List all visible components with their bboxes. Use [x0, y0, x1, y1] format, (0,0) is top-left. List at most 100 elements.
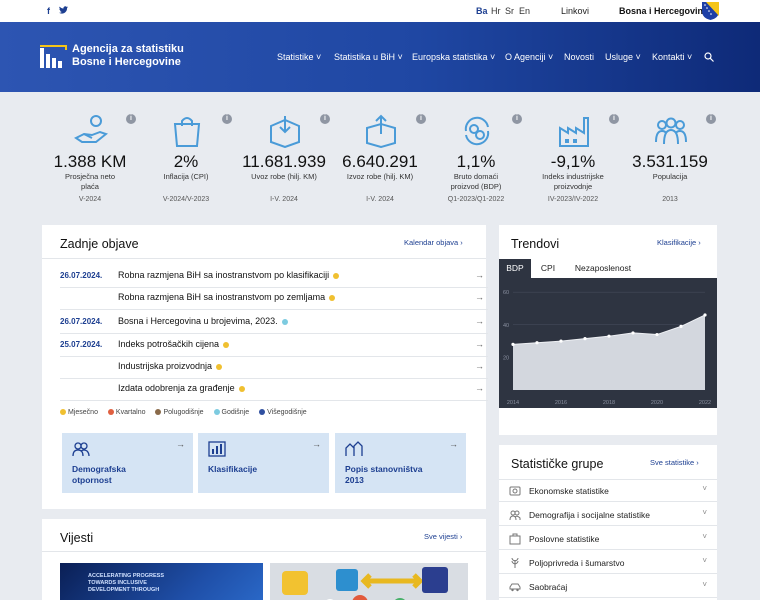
trends-tabs: BDP CPI Nezaposlenost — [499, 259, 717, 278]
info-icon[interactable]: i — [706, 114, 716, 124]
legend-quarterly: Kvartalno — [107, 409, 146, 416]
legend-annual: Godišnje — [213, 409, 249, 416]
people-icon — [509, 510, 521, 521]
info-icon[interactable]: i — [416, 114, 426, 124]
all-statistics-link[interactable]: Sve statistike › — [650, 458, 699, 467]
news-photo[interactable] — [270, 563, 468, 600]
trends-card: Trendovi Klasifikacije › BDP CPI Nezapos… — [499, 225, 717, 435]
stat-inflation[interactable]: i 2% Inflacija (CPI) V-2024/V-2023 — [136, 92, 236, 217]
legend-multiyear: Višegodišnje — [259, 409, 307, 416]
group-business[interactable]: Poslovne statistike ˅ — [499, 528, 717, 550]
stat-period: I-V. 2024 — [270, 196, 298, 203]
agency-name-line1: Agencija za statistiku — [72, 43, 184, 55]
lang-sr[interactable]: Sr — [505, 6, 514, 16]
area-fill — [513, 314, 705, 390]
stat-exports[interactable]: i 6.640.291 Izvoz robe (hilj. KM) I-V. 2… — [330, 92, 430, 217]
release-item[interactable]: Industrijska proizvodnja → — [60, 357, 488, 379]
info-icon[interactable]: i — [512, 114, 522, 124]
box-import-icon — [270, 116, 300, 148]
data-point — [607, 334, 611, 338]
release-item[interactable]: 26.07.2024. Robna razmjena BiH sa inostr… — [60, 266, 488, 288]
links-link[interactable]: Linkovi — [561, 6, 589, 16]
chevron-down-icon: ˅ — [702, 484, 707, 493]
stat-period: V-2024 — [78, 196, 102, 203]
news-photo-text: ACCELERATING PROGRESS TOWARDS INCLUSIVE … — [88, 573, 164, 593]
arrow-right-icon: → — [176, 439, 185, 449]
group-economic[interactable]: Ekonomske statistike ˅ — [499, 480, 717, 502]
arrow-right-icon: → — [449, 439, 458, 449]
info-icon[interactable]: i — [320, 114, 330, 124]
stat-value: 1.388 KM — [53, 152, 127, 171]
stat-label: Inflacija (CPI) — [163, 172, 209, 181]
info-icon[interactable]: i — [609, 114, 619, 124]
group-demography[interactable]: Demografija i socijalne statistike ˅ — [499, 504, 717, 526]
country-link[interactable]: Bosna i Hercegovina — [619, 6, 708, 16]
agency-name[interactable]: Agencija za statistiku Bosne i Hercegovi… — [72, 43, 222, 69]
nav-statistika-u-bih[interactable]: Statistika u BiH ˅ — [334, 52, 403, 62]
all-news-link[interactable]: Sve vijesti › — [424, 532, 462, 541]
classifications-link[interactable]: Klasifikacije › — [657, 238, 701, 247]
group-agriculture[interactable]: Poljoprivreda i šumarstvo ˅ — [499, 552, 717, 574]
stat-value: 6.640.291 — [342, 152, 418, 171]
release-item[interactable]: 26.07.2024. Bosna i Hercegovina u brojev… — [60, 312, 488, 334]
facebook-icon[interactable]: f — [47, 6, 50, 16]
release-title: Industrijska proizvodnja — [118, 361, 223, 371]
factory-icon — [559, 117, 589, 147]
nav-o-agenciji[interactable]: O Agenciji ˅ — [505, 52, 553, 62]
news-photo[interactable]: ACCELERATING PROGRESS TOWARDS INCLUSIVE … — [60, 563, 263, 600]
stat-imports[interactable]: i 11.681.939 Uvoz robe (hilj. KM) I-V. 2… — [234, 92, 334, 217]
news-card: Vijesti Sve vijesti › ACCELERATING PROGR… — [42, 519, 486, 600]
tile-classifications[interactable]: → Klasifikacije — [198, 433, 329, 493]
arrow-right-icon: → — [475, 292, 484, 302]
chart-svg: 20 40 60 2014 2016 2018 2020 2022 — [503, 290, 711, 406]
tile-census-2013[interactable]: → Popis stanovništva 2013 — [335, 433, 466, 493]
arrow-right-icon: → — [475, 339, 484, 349]
x-tick-label: 2014 — [507, 400, 519, 406]
info-icon[interactable]: i — [126, 114, 136, 124]
lang-ba[interactable]: Ba — [476, 6, 488, 16]
arrow-right-icon: → — [312, 439, 321, 449]
release-item[interactable]: 25.07.2024. Indeks potrošačkih cijena → — [60, 335, 488, 357]
release-calendar-link[interactable]: Kalendar objava › — [404, 238, 463, 247]
tile-demographic-resilience[interactable]: → Demografska otpornost — [62, 433, 193, 493]
stat-label: Populacija — [652, 172, 688, 181]
coins-cycle-icon — [464, 116, 490, 146]
info-icon[interactable]: i — [222, 114, 232, 124]
card-title: Vijesti — [60, 531, 94, 545]
nav-statistike[interactable]: Statistike ˅ — [277, 52, 321, 62]
group-transport[interactable]: Saobraćaj ˅ — [499, 576, 717, 598]
stat-net-salary[interactable]: i 1.388 KM Prosječna neto plaća V-2024 — [40, 92, 140, 217]
nav-europska-statistika[interactable]: Europska statistika ˅ — [412, 52, 495, 62]
tab-unemployment[interactable]: Nezaposlenost — [565, 259, 641, 278]
stat-industrial-production[interactable]: i -9,1% Indeks industrijske proizvodnje I… — [523, 92, 623, 217]
search-icon[interactable] — [704, 52, 714, 62]
group-label: Poljoprivreda i šumarstvo — [529, 558, 625, 568]
release-item[interactable]: Izdata odobrenja za građenje → — [60, 379, 488, 401]
tab-bdp[interactable]: BDP — [499, 259, 531, 278]
agency-name-line2: Bosne i Hercegovine — [72, 56, 181, 68]
frequency-legend: Mjesečno Kvartalno Polugodišnje Godišnje… — [60, 409, 315, 416]
lang-hr[interactable]: Hr — [491, 6, 501, 16]
twitter-icon[interactable] — [59, 6, 68, 14]
arrow-right-icon: → — [475, 316, 484, 326]
release-title: Robna razmjena BiH sa inostranstvom po z… — [118, 292, 336, 302]
stat-gdp[interactable]: i 1,1% Bruto domaći proizvod (BDP) Q1-202… — [426, 92, 526, 217]
coat-of-arms-icon — [702, 2, 719, 20]
stat-period: 2013 — [662, 196, 678, 203]
stat-population[interactable]: i 3.531.159 Populacija 2013 — [620, 92, 720, 217]
puzzle-illustration-icon — [282, 567, 448, 600]
lang-en[interactable]: En — [519, 6, 530, 16]
nav-usluge[interactable]: Usluge ˅ — [605, 52, 641, 62]
tab-cpi[interactable]: CPI — [531, 259, 565, 278]
stat-period: V-2024/V-2023 — [162, 196, 210, 203]
nav-kontakti[interactable]: Kontakti ˅ — [652, 52, 692, 62]
agency-logo-icon[interactable] — [40, 44, 70, 68]
top-bar: f Ba Hr Sr En Linkovi Bosna i Hercegovin… — [0, 0, 760, 22]
tile-label: Demografska otpornost — [72, 464, 126, 485]
data-point — [703, 313, 707, 317]
nav-novosti[interactable]: Novosti — [564, 52, 594, 62]
frequency-dot — [238, 385, 245, 392]
legend-monthly: Mjesečno — [60, 409, 98, 416]
data-point — [511, 342, 515, 346]
release-item[interactable]: Robna razmjena BiH sa inostranstvom po z… — [60, 288, 488, 310]
